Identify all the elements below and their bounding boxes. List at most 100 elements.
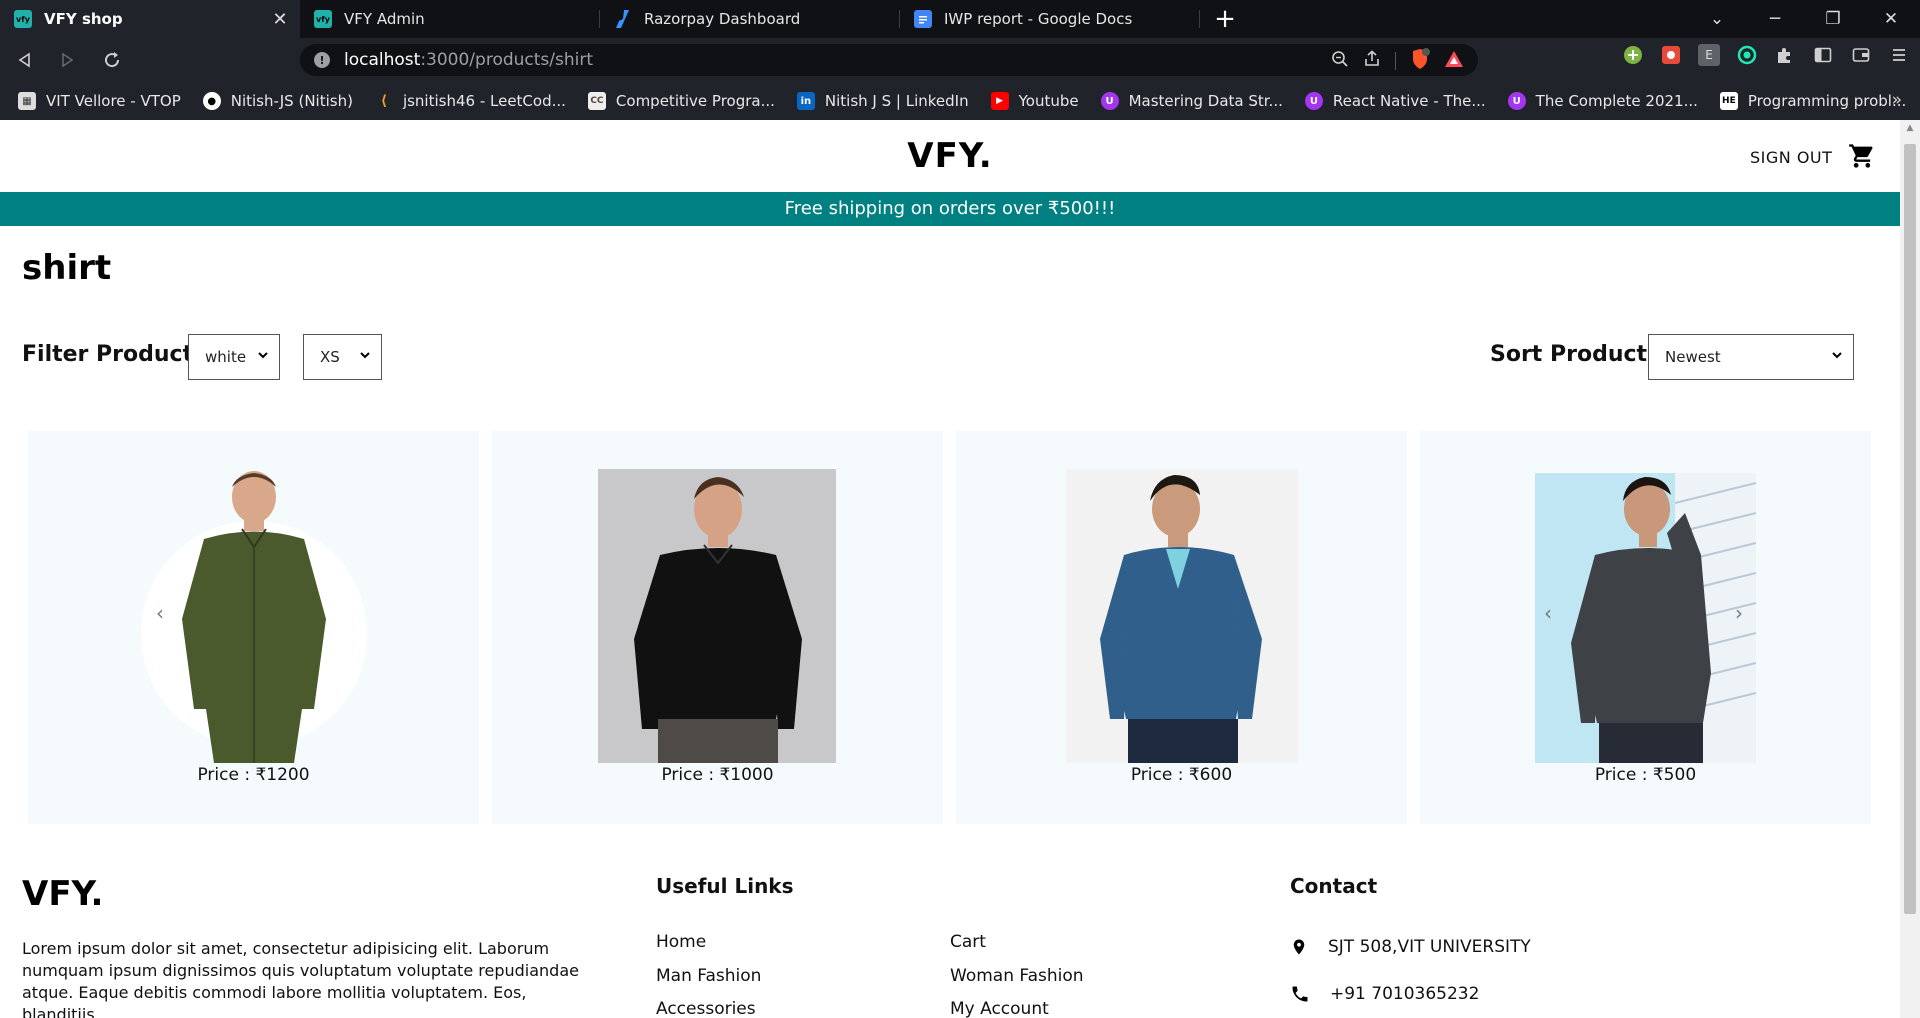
share-icon[interactable] — [1363, 50, 1381, 72]
forward-icon[interactable] — [48, 40, 88, 80]
bookmark-programming[interactable]: HE Programming probl... — [1719, 92, 1906, 110]
extensions-area: E — [1622, 44, 1910, 66]
tab-google-docs[interactable]: IWP report - Google Docs — [900, 0, 1200, 38]
filter-products-label: Filter Products — [22, 342, 207, 367]
window-controls: ⌄ ─ ❐ ✕ — [1688, 0, 1920, 38]
bookmark-codechef[interactable]: CC Competitive Progra... — [587, 92, 775, 110]
sign-out-link[interactable]: SIGN OUT — [1750, 148, 1832, 167]
reload-icon[interactable] — [92, 40, 132, 80]
minimize-icon[interactable]: ─ — [1746, 0, 1804, 38]
announcement-banner: Free shipping on orders over ₹500!!! — [0, 192, 1900, 226]
product-price: Price : ₹500 — [1594, 765, 1697, 785]
product-card[interactable]: Price : ₹600 — [956, 431, 1407, 824]
github-icon: ● — [202, 92, 221, 110]
product-card[interactable]: ‹ Price : ₹1200 — [28, 431, 479, 824]
close-window-icon[interactable]: ✕ — [1862, 0, 1920, 38]
tab-vfy-admin[interactable]: vfy VFY Admin — [300, 0, 600, 38]
back-icon[interactable] — [4, 40, 44, 80]
bookmark-github[interactable]: ● Nitish-JS (Nitish) — [202, 92, 353, 110]
tab-title: VFY Admin — [344, 10, 425, 28]
phone-icon — [1292, 986, 1308, 1002]
footer-logo: VFY. — [22, 874, 104, 914]
carousel-next-icon[interactable]: › — [1735, 601, 1743, 625]
sort-select[interactable]: Newest — [1648, 334, 1854, 380]
bookmark-linkedin[interactable]: in Nitish J S | LinkedIn — [796, 92, 969, 110]
product-image[interactable] — [154, 469, 354, 763]
site-info-icon[interactable]: ! — [314, 52, 330, 68]
color-filter-select[interactable]: white — [188, 334, 280, 380]
chevron-down-icon — [359, 349, 371, 365]
product-price: Price : ₹600 — [1130, 765, 1233, 785]
useful-links-heading: Useful Links — [656, 874, 794, 898]
razorpay-favicon-icon — [614, 10, 632, 28]
sidebar-icon[interactable] — [1812, 44, 1834, 66]
udemy-icon: U — [1507, 92, 1526, 110]
url-host: localhost — [344, 50, 421, 70]
bookmark-youtube[interactable]: ▶ Youtube — [990, 92, 1079, 110]
bookmark-udemy-2021[interactable]: U The Complete 2021... — [1507, 92, 1698, 110]
brave-shields-icon[interactable] — [1410, 48, 1430, 74]
shopping-cart-icon[interactable] — [1848, 142, 1876, 170]
extension-ring-icon[interactable] — [1736, 44, 1758, 66]
footer-description: Lorem ipsum dolor sit amet, consectetur … — [22, 939, 579, 1018]
site-navbar: VFY. SIGN OUT — [0, 120, 1900, 192]
close-tab-icon[interactable]: ✕ — [270, 9, 290, 30]
new-tab-button[interactable]: + — [1200, 0, 1250, 38]
product-image[interactable] — [1535, 473, 1756, 763]
zoom-icon[interactable] — [1331, 50, 1349, 72]
leetcode-icon: ⟨ — [380, 93, 388, 109]
chevron-down-icon — [257, 349, 269, 365]
product-grid: ‹ Price : ₹1200 Price : ₹1000 Price: ₹6… — [28, 431, 1873, 824]
size-filter-select[interactable]: XS — [303, 334, 382, 380]
product-card[interactable]: ‹ › Price : ₹500 — [1420, 431, 1871, 824]
sort-products-label: Sort Products — [1490, 342, 1661, 367]
product-image[interactable] — [598, 469, 836, 763]
bookmark-udemy-rn[interactable]: U React Native - The... — [1304, 92, 1486, 110]
site-footer: VFY. Lorem ipsum dolor sit amet, consect… — [0, 860, 1900, 1018]
linkedin-icon: in — [796, 92, 815, 110]
product-image[interactable] — [1066, 469, 1298, 763]
carousel-prev-icon[interactable]: ‹ — [156, 601, 164, 625]
footer-link-home[interactable]: Home — [656, 932, 706, 952]
contact-phone: +91 7010365232 — [1290, 984, 1479, 1004]
vfy-favicon-icon: vfy — [314, 10, 332, 28]
tab-search-chevron-icon[interactable]: ⌄ — [1688, 0, 1746, 38]
bookmark-leetcode[interactable]: ⟨ jsnitish46 - LeetCod... — [375, 92, 566, 110]
udemy-icon: U — [1304, 92, 1323, 110]
carousel-prev-icon[interactable]: ‹ — [1544, 601, 1552, 625]
brave-rewards-icon[interactable] — [1444, 50, 1464, 72]
footer-link-man-fashion[interactable]: Man Fashion — [656, 966, 761, 986]
bookmark-udemy-dsa[interactable]: U Mastering Data Str... — [1100, 92, 1283, 110]
tab-razorpay[interactable]: Razorpay Dashboard — [600, 0, 900, 38]
footer-link-my-account[interactable]: My Account — [950, 999, 1049, 1018]
page-scrollbar[interactable]: ▲ — [1900, 120, 1920, 1018]
restore-icon[interactable]: ❐ — [1804, 0, 1862, 38]
menu-icon[interactable] — [1888, 44, 1910, 66]
puzzle-extensions-icon[interactable] — [1774, 44, 1796, 66]
footer-link-woman-fashion[interactable]: Woman Fashion — [950, 966, 1084, 986]
scrollbar-thumb[interactable] — [1904, 144, 1916, 914]
extension-plus-icon[interactable] — [1622, 44, 1644, 66]
product-price: Price : ₹1000 — [661, 765, 774, 785]
page-content: VFY. SIGN OUT Free shipping on orders ov… — [0, 120, 1900, 1018]
bookmarks-overflow-button[interactable]: » — [1892, 90, 1902, 110]
wallet-icon[interactable] — [1850, 44, 1872, 66]
vfy-favicon-icon: vfy — [14, 10, 32, 28]
scroll-up-icon[interactable]: ▲ — [1900, 120, 1920, 136]
tab-title: IWP report - Google Docs — [944, 10, 1133, 28]
tab-vfy-shop[interactable]: vfy VFY shop ✕ — [0, 0, 300, 38]
footer-link-cart[interactable]: Cart — [950, 932, 986, 952]
vit-favicon-icon: ▦ — [18, 92, 36, 110]
site-logo[interactable]: VFY. — [0, 136, 1900, 176]
extension-e-icon[interactable]: E — [1698, 44, 1720, 66]
address-bar[interactable]: ! localhost:3000/products/shirt — [300, 44, 1478, 76]
extension-red-icon[interactable] — [1660, 44, 1682, 66]
browser-tab-bar: vfy VFY shop ✕ vfy VFY Admin Razorpay Da… — [0, 0, 1920, 38]
footer-link-accessories[interactable]: Accessories — [656, 999, 756, 1018]
product-card[interactable]: Price : ₹1000 — [492, 431, 943, 824]
product-price: Price : ₹1200 — [197, 765, 310, 785]
udemy-icon: U — [1100, 92, 1119, 110]
tab-title: Razorpay Dashboard — [644, 10, 801, 28]
bookmark-vtop[interactable]: ▦ VIT Vellore - VTOP — [18, 92, 181, 110]
hackerearth-icon: HE — [1719, 92, 1738, 110]
